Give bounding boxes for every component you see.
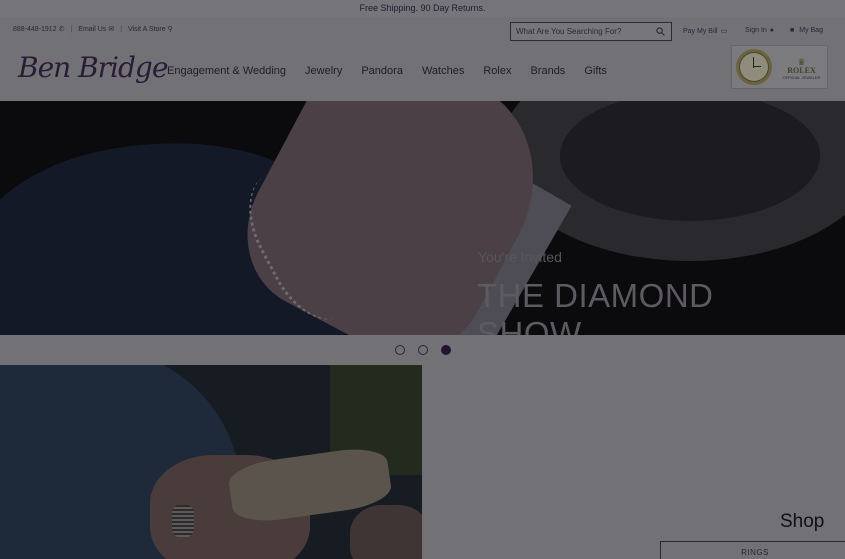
search-box — [510, 22, 672, 41]
phone-icon: ✆ — [58, 26, 65, 33]
promo-image — [0, 365, 422, 559]
shop-rings-button[interactable]: RINGS — [660, 541, 845, 559]
envelope-icon: ✉ — [108, 26, 115, 33]
store-link[interactable]: Visit A Store ⚲ — [128, 25, 173, 33]
nav-item-gifts[interactable]: Gifts — [584, 65, 607, 77]
search-icon[interactable] — [656, 27, 665, 36]
promo-heading: Shop — [780, 511, 825, 532]
utility-links: 888-448-1912 ✆ | Email Us ✉ | Visit A Stor… — [13, 25, 173, 34]
nav-item-brands[interactable]: Brands — [530, 65, 565, 77]
nav-item-engagement[interactable]: Engagement & Wedding — [167, 65, 286, 77]
carousel-dot[interactable] — [395, 345, 405, 355]
email-link[interactable]: Email Us ✉ — [78, 25, 114, 33]
rolex-official-badge[interactable]: ♛ ROLEX OFFICIAL JEWELER — [731, 45, 828, 89]
rolex-wordmark: ROLEX — [787, 66, 816, 75]
credit-card-icon: ▭ — [720, 28, 728, 35]
divider: | — [70, 25, 73, 33]
main-nav: Engagement & Wedding Jewelry Pandora Wat… — [167, 65, 626, 77]
hero-title: THE DIAMOND SHOW — [477, 277, 714, 335]
user-icon: ● — [769, 27, 775, 34]
carousel-pagination — [0, 335, 845, 365]
divider: | — [120, 25, 123, 33]
map-pin-icon: ⚲ — [167, 26, 173, 33]
pay-bill-link[interactable]: Pay My Bill ▭ — [683, 27, 728, 36]
shopping-bag-icon: ■ — [790, 27, 795, 34]
hero-banner[interactable]: You're Invited THE DIAMOND SHOW — [0, 101, 845, 335]
nav-item-pandora[interactable]: Pandora — [361, 65, 403, 77]
site-header: 888-448-1912 ✆ | Email Us ✉ | Visit A Stor… — [0, 17, 845, 101]
rolex-subtitle: OFFICIAL JEWELER — [782, 75, 821, 80]
nav-item-jewelry[interactable]: Jewelry — [305, 65, 342, 77]
phone-link[interactable]: 888-448-1912 ✆ — [13, 25, 64, 33]
ring-image — [172, 505, 194, 537]
carousel-dot[interactable] — [418, 345, 428, 355]
brand-logo[interactable]: Ben Bridge — [18, 51, 168, 84]
rolex-clock-icon — [732, 46, 776, 88]
sign-in-link[interactable]: Sign In ● — [745, 27, 774, 34]
promo-text: Free Shipping. 90 Day Returns. — [359, 3, 486, 13]
nav-item-watches[interactable]: Watches — [422, 65, 464, 77]
crown-icon: ♛ — [797, 57, 806, 67]
search-input[interactable] — [511, 23, 651, 40]
bag-link[interactable]: ■ My Bag — [790, 27, 823, 34]
promo-bar: Free Shipping. 90 Day Returns. — [0, 0, 845, 17]
hero-eyebrow: You're Invited — [478, 249, 562, 265]
nav-item-rolex[interactable]: Rolex — [483, 65, 511, 77]
carousel-dot-active[interactable] — [441, 345, 451, 355]
